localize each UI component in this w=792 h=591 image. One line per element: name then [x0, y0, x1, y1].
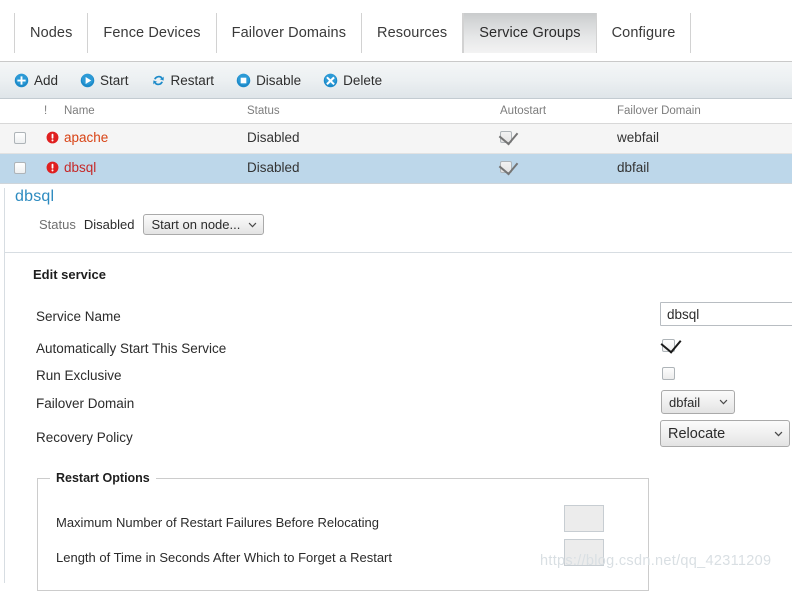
chevron-down-icon: [774, 431, 783, 437]
max-restart-failures-label: Maximum Number of Restart Failures Befor…: [56, 515, 379, 530]
close-x-icon: [323, 73, 338, 87]
row-service-name[interactable]: dbsql: [64, 160, 96, 175]
detail-divider: [5, 252, 792, 253]
row-status: Disabled: [247, 130, 300, 145]
row-failover-domain: webfail: [617, 130, 660, 145]
recovery-policy-label: Recovery Policy: [36, 430, 133, 445]
restart-button[interactable]: Restart: [151, 72, 215, 88]
recovery-policy-dropdown[interactable]: Relocate: [660, 420, 790, 447]
service-groups-table: ! Name Status Autostart Failover Domain …: [0, 99, 792, 184]
chevron-down-icon: [248, 222, 257, 227]
row-alert: [46, 161, 59, 174]
row-status: Disabled: [247, 160, 300, 175]
main-tab-bar: Nodes Fence Devices Failover Domains Res…: [0, 0, 792, 62]
tab-failover-domains[interactable]: Failover Domains: [217, 13, 363, 53]
delete-button[interactable]: Delete: [323, 73, 382, 88]
service-detail-panel: dbsql Status Disabled Start on node... E…: [0, 183, 792, 591]
service-name-label: Service Name: [36, 309, 121, 324]
start-on-node-dropdown[interactable]: Start on node...: [143, 214, 265, 235]
action-toolbar: Add Start Restart Disable Delete: [0, 62, 792, 99]
tab-label: Service Groups: [479, 25, 581, 41]
forget-restart-time-label: Length of Time in Seconds After Which to…: [56, 550, 393, 565]
recovery-policy-value: Relocate: [668, 425, 726, 442]
max-restart-failures-input[interactable]: [564, 505, 604, 532]
service-detail-inner: dbsql Status Disabled Start on node... E…: [4, 188, 792, 591]
status-value: Disabled: [83, 217, 135, 232]
tab-resources[interactable]: Resources: [362, 13, 464, 53]
autostart-label: Automatically Start This Service: [36, 341, 227, 356]
service-name-input[interactable]: [660, 302, 792, 326]
column-header-autostart: Autostart: [500, 105, 547, 117]
column-header-name: Name: [64, 105, 95, 117]
restart-options-legend: Restart Options: [50, 471, 156, 485]
chevron-down-icon: [719, 399, 728, 405]
row-select-checkbox[interactable]: [14, 132, 26, 144]
tab-configure[interactable]: Configure: [597, 13, 692, 53]
autostart-checkbox[interactable]: [662, 339, 675, 352]
run-exclusive-label: Run Exclusive: [36, 368, 122, 383]
row-alert: [46, 131, 59, 144]
failover-domain-value: dbfail: [669, 394, 701, 410]
tab-label: Failover Domains: [231, 25, 347, 41]
stop-icon: [236, 73, 251, 87]
error-icon: [46, 161, 59, 174]
tab-label: Fence Devices: [103, 25, 201, 41]
run-exclusive-checkbox[interactable]: [662, 367, 675, 380]
row-select-checkbox[interactable]: [14, 162, 26, 174]
row-service-name[interactable]: apache: [64, 130, 108, 145]
tab-service-groups[interactable]: Service Groups: [463, 13, 597, 53]
forget-restart-time-input[interactable]: [564, 539, 604, 566]
failover-domain-dropdown[interactable]: dbfail: [661, 390, 735, 414]
service-title: dbsql: [15, 188, 55, 205]
tab-strip: Nodes Fence Devices Failover Domains Res…: [14, 13, 692, 53]
tab-nodes[interactable]: Nodes: [14, 13, 89, 53]
edit-service-heading: Edit service: [33, 267, 106, 282]
disable-button[interactable]: Disable: [236, 73, 301, 88]
start-button[interactable]: Start: [80, 73, 129, 88]
row-autostart-checkbox[interactable]: [500, 131, 512, 143]
restart-icon: [152, 75, 164, 85]
tab-label: Resources: [377, 25, 448, 41]
error-icon: [46, 131, 59, 144]
tab-label: Configure: [611, 25, 676, 41]
start-label: Start: [100, 72, 129, 88]
table-row[interactable]: dbsql Disabled dbfail: [0, 154, 792, 184]
column-header-alert: !: [44, 105, 48, 117]
disable-label: Disable: [256, 72, 302, 88]
table-row[interactable]: apache Disabled webfail: [0, 124, 792, 154]
add-icon: [14, 73, 29, 87]
failover-domain-label: Failover Domain: [36, 396, 135, 411]
row-failover-domain: dbfail: [617, 160, 650, 175]
tab-fence-devices[interactable]: Fence Devices: [88, 13, 217, 53]
play-icon: [80, 73, 95, 87]
add-button[interactable]: Add: [14, 73, 58, 88]
add-label: Add: [34, 72, 59, 88]
restart-options-fieldset: Restart Options Maximum Number of Restar…: [37, 471, 649, 591]
service-status-row: Status Disabled Start on node...: [39, 214, 265, 235]
start-on-node-label: Start on node...: [151, 217, 241, 232]
status-label: Status: [39, 217, 76, 232]
column-header-failover-domain: Failover Domain: [617, 105, 701, 117]
restart-label: Restart: [170, 72, 215, 88]
column-header-status: Status: [247, 105, 280, 117]
delete-label: Delete: [343, 72, 383, 88]
row-autostart-checkbox[interactable]: [500, 161, 512, 173]
table-header-row: ! Name Status Autostart Failover Domain: [0, 99, 792, 124]
tab-label: Nodes: [30, 25, 73, 41]
